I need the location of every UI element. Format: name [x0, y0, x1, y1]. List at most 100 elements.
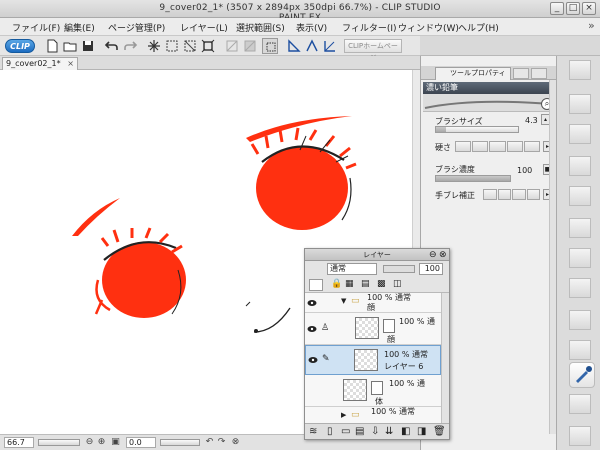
zoom-in-icon[interactable]: ⊕: [96, 437, 107, 448]
rotation-field[interactable]: 0.0: [126, 437, 156, 448]
settings-gear-icon[interactable]: [569, 426, 591, 446]
reference-layer-icon[interactable]: ▦: [345, 279, 354, 289]
density-value[interactable]: 100: [517, 166, 532, 175]
menu-filter[interactable]: フィルター(I): [342, 21, 397, 34]
blend-mode-value: 通常: [330, 264, 346, 273]
visibility-eye-icon[interactable]: [308, 356, 318, 364]
lock-icon[interactable]: 🔒: [331, 279, 342, 289]
zoom-slider[interactable]: [38, 439, 80, 446]
ruler-icon[interactable]: [286, 38, 302, 54]
panel-minimize-icon[interactable]: ⊖: [429, 249, 437, 261]
merge-down-icon[interactable]: ⇊: [385, 426, 393, 437]
new-folder-icon[interactable]: ▤: [355, 426, 364, 437]
menu-edit[interactable]: 編集(E): [64, 21, 95, 34]
layer-row-folder-face[interactable]: ▼ ▭ 100 % 通常 顔: [305, 293, 441, 313]
menu-file[interactable]: ファイル(F): [12, 21, 60, 34]
menu-window[interactable]: ウィンドウ(W): [398, 21, 459, 34]
snap-icon[interactable]: [304, 38, 320, 54]
material-icon-7[interactable]: [569, 278, 591, 298]
crop-icon[interactable]: [200, 38, 216, 54]
new-raster-layer-icon[interactable]: ▯: [327, 426, 333, 437]
hardness-selector[interactable]: [455, 141, 541, 152]
open-icon[interactable]: [62, 38, 78, 54]
tab-navigator[interactable]: [531, 68, 547, 79]
save-icon[interactable]: [80, 38, 96, 54]
material-icon-9[interactable]: [569, 340, 591, 360]
folder-toggle-icon[interactable]: ▶: [341, 411, 346, 419]
menu-selection[interactable]: 選択範囲(S): [236, 21, 285, 34]
brush-size-value[interactable]: 4.3: [525, 116, 538, 125]
rotate-right-icon[interactable]: ↷: [216, 437, 227, 448]
layer-row-face-masked[interactable]: ♙ 100 % 通 顔: [305, 313, 441, 345]
reset-rotation-icon[interactable]: ⊗: [230, 437, 241, 448]
minimize-button[interactable]: _: [550, 2, 564, 15]
material-icon-4[interactable]: [569, 156, 591, 176]
material-icon[interactable]: [569, 60, 591, 80]
layer-menu-icon[interactable]: ≋: [309, 426, 317, 437]
menu-help[interactable]: ヘルプ(H): [458, 21, 499, 34]
transfer-down-icon[interactable]: ⇩: [371, 426, 379, 437]
fill-icon[interactable]: [242, 38, 258, 54]
left-eyebrow-stroke: [72, 198, 120, 236]
clipping-icon[interactable]: ▤: [361, 279, 370, 289]
close-button[interactable]: ×: [582, 2, 596, 15]
layer-color-icon[interactable]: [309, 279, 323, 291]
folder-toggle-icon[interactable]: ▼: [341, 297, 346, 305]
layer-panel-title-bar[interactable]: レイヤー ⊖ ⊗: [305, 249, 449, 261]
opacity-slider[interactable]: [383, 265, 415, 273]
close-tab-icon[interactable]: ×: [67, 58, 74, 69]
rotation-slider[interactable]: [160, 439, 200, 446]
undo-icon[interactable]: [104, 38, 120, 54]
density-slider[interactable]: [435, 175, 511, 182]
deselect-icon[interactable]: [182, 38, 198, 54]
fit-view-icon[interactable]: ▣: [110, 437, 121, 448]
special-ruler-icon[interactable]: [322, 38, 338, 54]
select-all-icon[interactable]: [164, 38, 180, 54]
menu-overflow-icon[interactable]: »: [588, 19, 595, 32]
visibility-eye-icon[interactable]: [307, 325, 317, 333]
layer-row-layer6-selected[interactable]: ✎ 100 % 通常 レイヤー 6: [305, 345, 441, 375]
opacity-field[interactable]: 100: [419, 263, 443, 275]
layer-list-scrollbar[interactable]: [441, 293, 449, 423]
draft-layer-icon[interactable]: ▩: [377, 279, 386, 289]
tone-pattern-icon[interactable]: [569, 186, 591, 206]
brush-size-slider[interactable]: [435, 126, 519, 133]
menu-layer[interactable]: レイヤー(L): [180, 21, 228, 34]
menu-view[interactable]: 表示(V): [296, 21, 327, 34]
material-icon-6[interactable]: [569, 248, 591, 268]
create-mask-icon[interactable]: ◧: [401, 426, 410, 437]
new-icon[interactable]: [44, 38, 60, 54]
zoom-field[interactable]: 66.7: [4, 437, 34, 448]
tab-tool-property[interactable]: ツールプロパティ: [435, 67, 511, 80]
material-icon-2[interactable]: [569, 94, 591, 114]
material-icon-8[interactable]: [569, 310, 591, 330]
mask-icon[interactable]: ◫: [393, 279, 402, 289]
brush-tool-icon[interactable]: [569, 362, 595, 388]
clip-logo-button[interactable]: CLIP: [5, 39, 35, 53]
layer-row-folder[interactable]: ▶ ▭ 100 % 通常: [305, 407, 441, 423]
blend-mode-select[interactable]: 通常: [327, 263, 377, 275]
document-tab[interactable]: 9_cover02_1* ×: [2, 57, 78, 70]
tab-sub-tool-detail[interactable]: [513, 68, 529, 79]
pen-tool-icon[interactable]: [569, 394, 591, 414]
transform-icon[interactable]: [146, 38, 162, 54]
apply-mask-icon[interactable]: ◨: [417, 426, 426, 437]
layer-list[interactable]: ▼ ▭ 100 % 通常 顔 ♙ 100 % 通 顔 ✎ 100 % 通常 レイ…: [305, 293, 441, 423]
rotate-left-icon[interactable]: ↶: [204, 437, 215, 448]
layer-row-body-masked[interactable]: 100 % 通 体: [305, 375, 441, 407]
selection-border-icon[interactable]: [262, 38, 278, 54]
panel-close-icon[interactable]: ⊗: [439, 249, 447, 261]
clear-icon[interactable]: [224, 38, 240, 54]
clip-homepage-button[interactable]: CLIPホームページ: [344, 39, 402, 62]
material-icon-3[interactable]: [569, 124, 591, 144]
new-vector-layer-icon[interactable]: ▭: [341, 426, 350, 437]
stabilization-selector[interactable]: [483, 189, 541, 200]
delete-layer-icon[interactable]: 🗑: [433, 426, 446, 437]
maximize-button[interactable]: □: [566, 2, 580, 15]
menu-page[interactable]: ページ管理(P): [108, 21, 165, 34]
brush-preview: ⌕: [423, 94, 555, 112]
zoom-out-icon[interactable]: ⊖: [84, 437, 95, 448]
redo-icon[interactable]: [122, 38, 138, 54]
material-icon-5[interactable]: [569, 218, 591, 238]
visibility-eye-icon[interactable]: [307, 299, 317, 307]
